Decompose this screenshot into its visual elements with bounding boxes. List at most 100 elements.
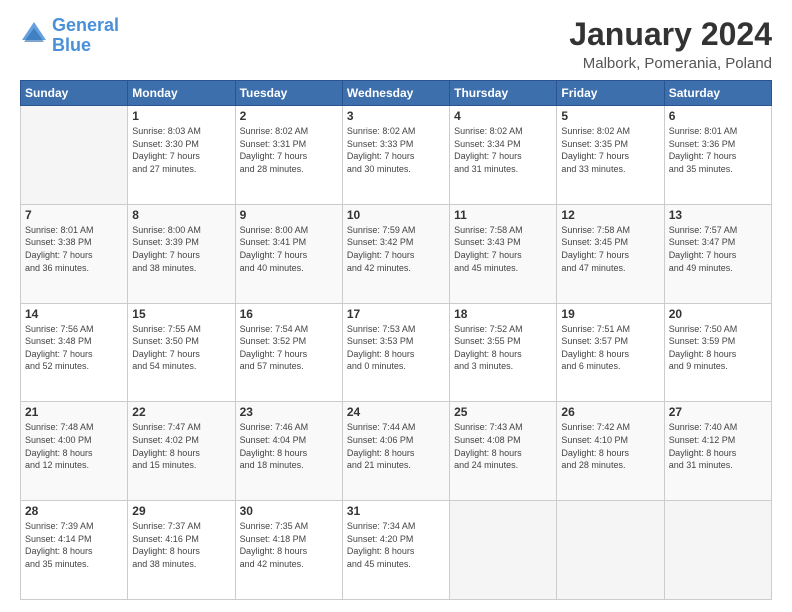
day-number: 15: [132, 307, 230, 321]
calendar-cell: 18Sunrise: 7:52 AMSunset: 3:55 PMDayligh…: [450, 303, 557, 402]
weekday-header-wednesday: Wednesday: [342, 81, 449, 106]
day-info: Sunrise: 7:58 AMSunset: 3:45 PMDaylight:…: [561, 224, 659, 274]
day-info: Sunrise: 8:02 AMSunset: 3:31 PMDaylight:…: [240, 125, 338, 175]
calendar-cell: 17Sunrise: 7:53 AMSunset: 3:53 PMDayligh…: [342, 303, 449, 402]
logo-general: General: [52, 15, 119, 35]
day-number: 30: [240, 504, 338, 518]
calendar-cell: 10Sunrise: 7:59 AMSunset: 3:42 PMDayligh…: [342, 204, 449, 303]
day-info: Sunrise: 8:02 AMSunset: 3:34 PMDaylight:…: [454, 125, 552, 175]
day-number: 31: [347, 504, 445, 518]
calendar-cell: 2Sunrise: 8:02 AMSunset: 3:31 PMDaylight…: [235, 106, 342, 205]
day-number: 5: [561, 109, 659, 123]
day-info: Sunrise: 7:47 AMSunset: 4:02 PMDaylight:…: [132, 421, 230, 471]
calendar-week-row: 1 Sunrise: 8:03 AMSunset: 3:30 PMDaylight…: [21, 106, 772, 205]
calendar-cell: 19 Sunrise: 7:51 AMSunset: 3:57 PMDayligh…: [557, 303, 664, 402]
calendar-cell: 15 Sunrise: 7:55 AMSunset: 3:50 PMDayligh…: [128, 303, 235, 402]
day-number: 27: [669, 405, 767, 419]
day-info: Sunrise: 8:02 AMSunset: 3:35 PMDaylight:…: [561, 125, 659, 175]
day-number: 21: [25, 405, 123, 419]
calendar-cell: 23Sunrise: 7:46 AMSunset: 4:04 PMDayligh…: [235, 402, 342, 501]
calendar-cell: 24Sunrise: 7:44 AMSunset: 4:06 PMDayligh…: [342, 402, 449, 501]
day-number: 3: [347, 109, 445, 123]
day-number: 18: [454, 307, 552, 321]
day-info: Sunrise: 7:40 AMSunset: 4:12 PMDaylight:…: [669, 421, 767, 471]
day-number: 22: [132, 405, 230, 419]
day-number: 9: [240, 208, 338, 222]
calendar-cell: 28Sunrise: 7:39 AMSunset: 4:14 PMDayligh…: [21, 501, 128, 600]
calendar-week-row: 14 Sunrise: 7:56 AMSunset: 3:48 PMDayligh…: [21, 303, 772, 402]
calendar-cell: 25 Sunrise: 7:43 AMSunset: 4:08 PMDayligh…: [450, 402, 557, 501]
calendar-cell: 22 Sunrise: 7:47 AMSunset: 4:02 PMDayligh…: [128, 402, 235, 501]
weekday-header-friday: Friday: [557, 81, 664, 106]
calendar-cell: 3 Sunrise: 8:02 AMSunset: 3:33 PMDaylight…: [342, 106, 449, 205]
day-info: Sunrise: 8:03 AMSunset: 3:30 PMDaylight:…: [132, 125, 230, 175]
day-number: 17: [347, 307, 445, 321]
day-info: Sunrise: 8:01 AMSunset: 3:36 PMDaylight:…: [669, 125, 767, 175]
calendar-cell: 29 Sunrise: 7:37 AMSunset: 4:16 PMDayligh…: [128, 501, 235, 600]
weekday-header-thursday: Thursday: [450, 81, 557, 106]
day-number: 19: [561, 307, 659, 321]
day-info: Sunrise: 7:55 AMSunset: 3:50 PMDaylight:…: [132, 323, 230, 373]
day-number: 25: [454, 405, 552, 419]
calendar-cell: 7Sunrise: 8:01 AMSunset: 3:38 PMDaylight…: [21, 204, 128, 303]
calendar-week-row: 21 Sunrise: 7:48 AMSunset: 4:00 PMDayligh…: [21, 402, 772, 501]
day-info: Sunrise: 8:00 AMSunset: 3:39 PMDaylight:…: [132, 224, 230, 274]
calendar-cell: 5 Sunrise: 8:02 AMSunset: 3:35 PMDaylight…: [557, 106, 664, 205]
weekday-header-tuesday: Tuesday: [235, 81, 342, 106]
day-info: Sunrise: 8:01 AMSunset: 3:38 PMDaylight:…: [25, 224, 123, 274]
calendar-week-row: 7Sunrise: 8:01 AMSunset: 3:38 PMDaylight…: [21, 204, 772, 303]
calendar-cell: 8Sunrise: 8:00 AMSunset: 3:39 PMDaylight…: [128, 204, 235, 303]
day-info: Sunrise: 7:59 AMSunset: 3:42 PMDaylight:…: [347, 224, 445, 274]
subtitle: Malbork, Pomerania, Poland: [569, 55, 772, 72]
day-info: Sunrise: 8:02 AMSunset: 3:33 PMDaylight:…: [347, 125, 445, 175]
day-info: Sunrise: 7:54 AMSunset: 3:52 PMDaylight:…: [240, 323, 338, 373]
day-info: Sunrise: 7:50 AMSunset: 3:59 PMDaylight:…: [669, 323, 767, 373]
weekday-header-sunday: Sunday: [21, 81, 128, 106]
day-number: 12: [561, 208, 659, 222]
day-info: Sunrise: 7:56 AMSunset: 3:48 PMDaylight:…: [25, 323, 123, 373]
weekday-header-monday: Monday: [128, 81, 235, 106]
day-info: Sunrise: 7:48 AMSunset: 4:00 PMDaylight:…: [25, 421, 123, 471]
day-number: 11: [454, 208, 552, 222]
day-info: Sunrise: 7:34 AMSunset: 4:20 PMDaylight:…: [347, 520, 445, 570]
day-info: Sunrise: 7:51 AMSunset: 3:57 PMDaylight:…: [561, 323, 659, 373]
calendar-cell: 4Sunrise: 8:02 AMSunset: 3:34 PMDaylight…: [450, 106, 557, 205]
day-info: Sunrise: 7:37 AMSunset: 4:16 PMDaylight:…: [132, 520, 230, 570]
logo: General Blue: [20, 16, 119, 56]
logo-text: General Blue: [52, 16, 119, 56]
calendar-cell: 20 Sunrise: 7:50 AMSunset: 3:59 PMDayligh…: [664, 303, 771, 402]
calendar-cell: 1 Sunrise: 8:03 AMSunset: 3:30 PMDaylight…: [128, 106, 235, 205]
day-number: 1: [132, 109, 230, 123]
calendar-cell: 26Sunrise: 7:42 AMSunset: 4:10 PMDayligh…: [557, 402, 664, 501]
day-number: 29: [132, 504, 230, 518]
header: General Blue January 2024 Malbork, Pomer…: [20, 16, 772, 72]
weekday-header-saturday: Saturday: [664, 81, 771, 106]
day-number: 6: [669, 109, 767, 123]
calendar-cell: 12 Sunrise: 7:58 AMSunset: 3:45 PMDayligh…: [557, 204, 664, 303]
calendar-cell: [664, 501, 771, 600]
calendar-cell: 11Sunrise: 7:58 AMSunset: 3:43 PMDayligh…: [450, 204, 557, 303]
day-info: Sunrise: 7:39 AMSunset: 4:14 PMDaylight:…: [25, 520, 123, 570]
calendar-header-row: SundayMondayTuesdayWednesdayThursdayFrid…: [21, 81, 772, 106]
day-info: Sunrise: 8:00 AMSunset: 3:41 PMDaylight:…: [240, 224, 338, 274]
logo-blue: Blue: [52, 35, 91, 55]
page: General Blue January 2024 Malbork, Pomer…: [0, 0, 792, 612]
day-number: 13: [669, 208, 767, 222]
calendar-cell: 6 Sunrise: 8:01 AMSunset: 3:36 PMDaylight…: [664, 106, 771, 205]
calendar-week-row: 28Sunrise: 7:39 AMSunset: 4:14 PMDayligh…: [21, 501, 772, 600]
day-info: Sunrise: 7:35 AMSunset: 4:18 PMDaylight:…: [240, 520, 338, 570]
day-number: 20: [669, 307, 767, 321]
calendar-cell: 30 Sunrise: 7:35 AMSunset: 4:18 PMDayligh…: [235, 501, 342, 600]
day-number: 16: [240, 307, 338, 321]
day-number: 23: [240, 405, 338, 419]
day-info: Sunrise: 7:57 AMSunset: 3:47 PMDaylight:…: [669, 224, 767, 274]
day-info: Sunrise: 7:43 AMSunset: 4:08 PMDaylight:…: [454, 421, 552, 471]
calendar-cell: 31 Sunrise: 7:34 AMSunset: 4:20 PMDayligh…: [342, 501, 449, 600]
day-number: 14: [25, 307, 123, 321]
day-number: 24: [347, 405, 445, 419]
main-title: January 2024: [569, 16, 772, 53]
day-info: Sunrise: 7:42 AMSunset: 4:10 PMDaylight:…: [561, 421, 659, 471]
calendar-cell: 16 Sunrise: 7:54 AMSunset: 3:52 PMDayligh…: [235, 303, 342, 402]
calendar-cell: [557, 501, 664, 600]
calendar-cell: 21 Sunrise: 7:48 AMSunset: 4:00 PMDayligh…: [21, 402, 128, 501]
